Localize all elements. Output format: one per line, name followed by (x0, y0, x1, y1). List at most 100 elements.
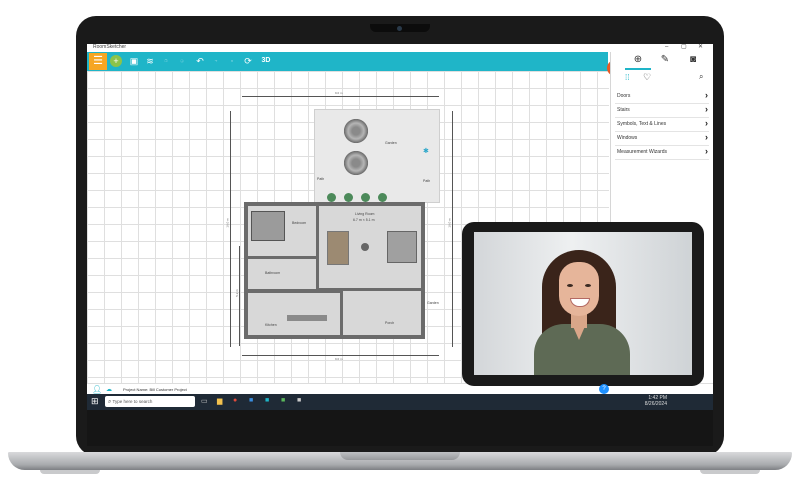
dimension-line-top (242, 96, 439, 97)
room-label-path-left: Path (317, 177, 325, 181)
category-doors[interactable]: Doors › (615, 90, 709, 104)
file-explorer-icon[interactable]: ▆ (217, 397, 222, 405)
window-title-bar: RoomSketcher – ▢ ✕ (87, 44, 713, 51)
clock-date: 8/26/2024 (644, 401, 667, 407)
minimize-button[interactable]: – (665, 44, 668, 51)
chevron-right-icon: › (705, 146, 708, 156)
room-label-garden-side: Garden (427, 301, 439, 305)
laptop-foot (700, 470, 760, 474)
taskbar-search-placeholder: Type here to search (112, 399, 153, 404)
counter-icon (287, 315, 327, 321)
delete-icon[interactable]: ✕ (225, 54, 239, 68)
kitchen[interactable] (248, 293, 340, 335)
category-measurement-wizards[interactable]: Measurement Wizards › (615, 146, 709, 160)
project-name: Project Name: Bill Customer Project (123, 387, 187, 392)
chevron-right-icon: › (705, 118, 708, 128)
room-label-porch: Porch (385, 321, 395, 325)
category-windows[interactable]: Windows › (615, 132, 709, 146)
tab-camera[interactable]: ◙ (683, 54, 703, 68)
person-eye (585, 284, 591, 287)
roomsketcher-taskbar-icon[interactable]: ■ (265, 397, 269, 404)
add-icon[interactable]: + (110, 55, 122, 67)
app-icon[interactable]: ■ (281, 397, 285, 404)
app-icon[interactable]: ■ (249, 397, 253, 404)
right-panel-tabs: ⊕ ✎ ◙ (611, 52, 713, 70)
person-face (559, 262, 599, 316)
close-button[interactable]: ✕ (698, 44, 703, 51)
taskbar-search[interactable]: ⌕ Type here to search (105, 396, 195, 407)
tree-icon (342, 149, 370, 177)
tab-edit[interactable]: ✎ (655, 54, 675, 68)
dimension-right: 16.0 m (447, 218, 452, 228)
plus-circle-icon: ⊕ (633, 54, 643, 65)
table-icon (361, 243, 369, 251)
garden-area[interactable] (314, 109, 440, 203)
task-view-icon[interactable]: ▭ (201, 397, 208, 405)
search-icon: ⌕ (108, 399, 112, 405)
active-tab-indicator (625, 68, 651, 70)
copy-icon[interactable]: ❐ (159, 54, 173, 68)
porch[interactable] (343, 291, 421, 335)
tree-icon (342, 117, 370, 145)
save-icon[interactable]: ▣ (127, 54, 141, 68)
room-label-living-room: Living Room (355, 212, 375, 216)
refresh-icon[interactable]: ⟳ (241, 54, 255, 68)
chevron-right-icon: › (705, 90, 708, 100)
room-label-kitchen: Kitchen (265, 323, 277, 327)
chevron-right-icon: › (705, 132, 708, 142)
dimension-line-left (230, 111, 231, 347)
plant-pot-icon (327, 193, 336, 202)
system-clock[interactable]: 1:42 PM 8/26/2024 (607, 395, 667, 407)
category-label: Measurement Wizards (617, 149, 668, 155)
pencil-icon: ✎ (660, 54, 670, 65)
dimension-line-left-inner (239, 246, 240, 346)
dimension-left: 16.0 m (225, 218, 230, 228)
category-symbols-text-lines[interactable]: Symbols, Text & Lines › (615, 118, 709, 132)
bathroom[interactable] (248, 259, 316, 289)
plant-pot-icon (344, 193, 353, 202)
person-eye (567, 284, 573, 287)
undo-icon[interactable]: ↶ (193, 54, 207, 68)
chrome-icon[interactable]: ● (233, 397, 237, 404)
sprinkler-icon: ✱ (423, 148, 429, 155)
category-label: Symbols, Text & Lines (617, 121, 667, 127)
window-title: RoomSketcher (93, 44, 127, 50)
favorites-heart-icon[interactable]: ♡ (643, 72, 651, 83)
dimension-line-right (452, 111, 453, 347)
windows-start-icon[interactable]: ⊞ (91, 396, 99, 407)
menu-button[interactable]: ☰ (89, 53, 107, 70)
hamburger-icon: ☰ (93, 55, 103, 67)
redo-icon[interactable]: ↷ (209, 54, 223, 68)
room-label-bathroom: Bathroom (265, 271, 281, 275)
user-icon[interactable]: 👤︎ (92, 385, 102, 394)
rug-icon (327, 231, 349, 265)
help-icon[interactable]: ? (599, 384, 609, 394)
right-panel-subtoolbar: ⁞⁞ ♡ ⌕ (611, 72, 713, 86)
bed-icon (251, 211, 285, 241)
plant-pot-icon (378, 193, 387, 202)
category-label: Stairs (617, 107, 630, 113)
search-icon[interactable]: ⌕ (699, 72, 703, 82)
cloud-icon[interactable]: ☁ (106, 386, 112, 393)
room-size-living-room: 6.7 m × 5.1 m (353, 218, 375, 222)
dimension-bottom: 9.0 m (335, 357, 343, 361)
category-stairs[interactable]: Stairs › (615, 104, 709, 118)
dimension-left-inner: 5.2 m (234, 289, 239, 297)
paste-icon[interactable]: ❏ (175, 54, 189, 68)
tab-add[interactable]: ⊕ (628, 54, 648, 68)
dimension-top: 9.0 m (335, 91, 343, 95)
room-label-bedroom: Bedroom (292, 221, 307, 225)
grid-view-icon[interactable]: ⁞⁞ (625, 73, 629, 82)
maximize-button[interactable]: ▢ (681, 44, 687, 51)
laptop-opening-notch (340, 452, 460, 460)
room-label-path-right: Path (423, 179, 431, 183)
app-icon[interactable]: ■ (297, 397, 301, 404)
dimension-line-bottom (242, 355, 439, 356)
view-3d-button[interactable]: 3D (257, 54, 275, 68)
camera-icon: ◙ (689, 54, 697, 65)
category-label: Doors (617, 93, 631, 99)
room-label-garden: Garden (385, 141, 397, 145)
plant-pot-icon (361, 193, 370, 202)
laptop-bezel-bottom (87, 410, 713, 446)
settings-sliders-icon[interactable]: ≋ (143, 54, 157, 68)
